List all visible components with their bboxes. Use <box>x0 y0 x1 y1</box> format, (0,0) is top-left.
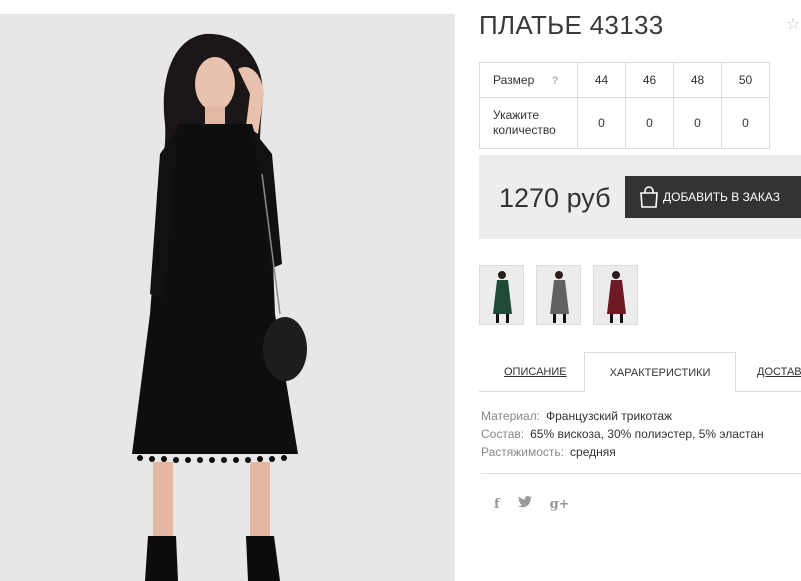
spec-value: средняя <box>570 445 616 459</box>
size-label: Размер <box>493 73 535 87</box>
spec-row-stretch: Растяжимость: средняя <box>481 443 764 461</box>
color-thumbnails <box>479 265 638 325</box>
size-option-46: 46 <box>625 62 674 98</box>
social-share: f g+ <box>494 496 570 512</box>
price: 1270 руб <box>499 183 611 213</box>
quantity-label: Укажите количество <box>479 97 578 149</box>
thumbnail-gray[interactable] <box>536 265 581 325</box>
product-tabs: ОПИСАНИЕ ХАРАКТЕРИСТИКИ ДОСТАВКА <box>479 352 801 393</box>
size-row: Размер ? 44 46 48 50 <box>479 62 770 98</box>
spec-value: 65% вискоза, 30% полиэстер, 5% эластан <box>530 427 764 441</box>
characteristics-list: Материал: Французский трикотаж Состав: 65%… <box>481 407 764 461</box>
twitter-icon[interactable] <box>517 496 532 512</box>
star-icon[interactable]: ☆ <box>786 14 800 34</box>
quantity-input-48[interactable]: 0 <box>673 97 722 149</box>
size-option-50: 50 <box>721 62 770 98</box>
google-plus-icon[interactable]: g+ <box>550 497 570 512</box>
size-label-cell: Размер ? <box>479 62 578 98</box>
quantity-input-50[interactable]: 0 <box>721 97 770 149</box>
size-option-48: 48 <box>673 62 722 98</box>
add-to-cart-button[interactable]: ДОБАВИТЬ В ЗАКАЗ <box>625 176 801 218</box>
thumbnail-burgundy[interactable] <box>593 265 638 325</box>
tab-description[interactable]: ОПИСАНИЕ <box>504 352 567 392</box>
quantity-row: Укажите количество 0 0 0 0 <box>479 97 770 149</box>
spec-row-material: Материал: Французский трикотаж <box>481 407 764 425</box>
product-title: ПЛАТЬЕ 43133 <box>479 10 664 40</box>
tab-delivery[interactable]: ДОСТАВКА <box>757 352 801 392</box>
shopping-bag-icon <box>640 186 658 208</box>
thumbnail-green[interactable] <box>479 265 524 325</box>
divider <box>481 473 801 474</box>
add-to-cart-label: ДОБАВИТЬ В ЗАКАЗ <box>663 190 780 204</box>
twitter-bird-icon <box>517 496 532 508</box>
spec-value: Французский трикотаж <box>545 409 673 423</box>
quantity-input-44[interactable]: 0 <box>577 97 626 149</box>
model-in-black-dress-image <box>0 14 455 581</box>
spec-key: Состав: <box>481 427 525 441</box>
spec-key: Растяжимость: <box>481 445 565 459</box>
spec-key: Материал: <box>481 409 540 423</box>
spec-row-composition: Состав: 65% вискоза, 30% полиэстер, 5% эл… <box>481 425 764 443</box>
quantity-input-46[interactable]: 0 <box>625 97 674 149</box>
size-help-icon[interactable]: ? <box>552 75 559 87</box>
tab-characteristics[interactable]: ХАРАКТЕРИСТИКИ <box>584 352 736 393</box>
price-block: 1270 руб ДОБАВИТЬ В ЗАКАЗ <box>479 155 801 239</box>
product-photo[interactable] <box>0 14 455 581</box>
facebook-icon[interactable]: f <box>494 497 500 512</box>
burgundy-dress-thumb-image <box>594 266 637 324</box>
green-dress-thumb-image <box>480 266 523 324</box>
gray-dress-thumb-image <box>537 266 580 324</box>
size-quantity-table: Размер ? 44 46 48 50 Укажите количество … <box>479 62 770 149</box>
size-option-44: 44 <box>577 62 626 98</box>
